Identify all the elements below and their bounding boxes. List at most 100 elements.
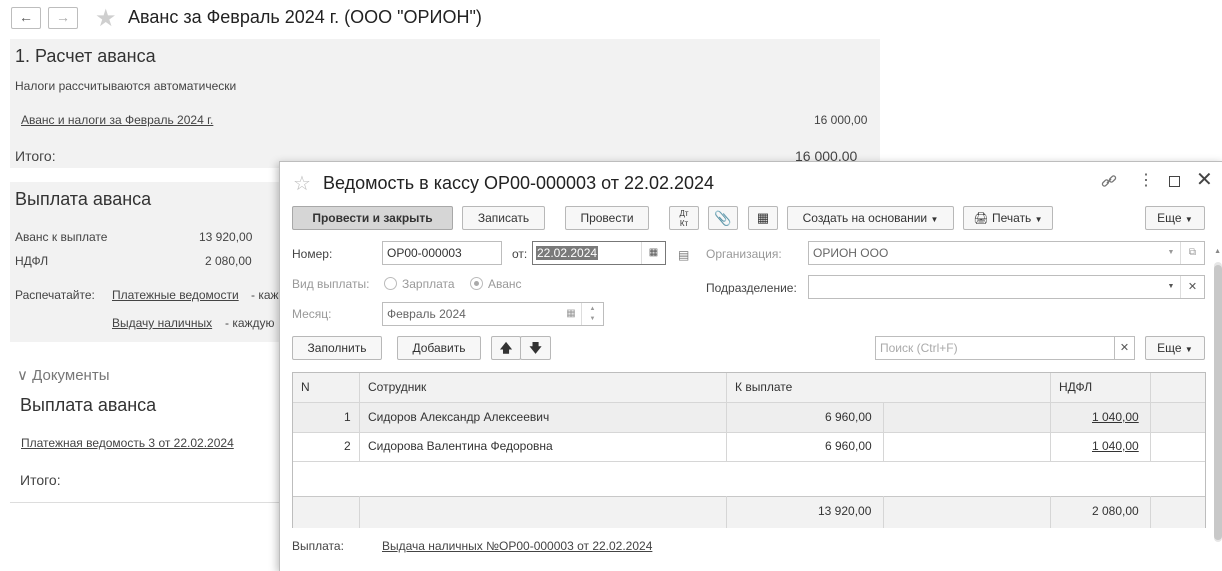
column-header-n[interactable]: N — [301, 373, 310, 401]
ndfl-value: 2 080,00 — [205, 254, 252, 268]
total-ndfl: 2 080,00 — [1092, 504, 1139, 518]
print-statements-link[interactable]: Платежные ведомости — [112, 288, 239, 302]
calendar-icon[interactable]: ▦ — [641, 242, 665, 264]
row-number: 2 — [344, 439, 351, 453]
dropdown-icon[interactable]: ▼ — [1162, 276, 1180, 298]
month-field[interactable]: Февраль 2024 ▦ ▲ ▼ — [382, 302, 604, 326]
divider — [10, 502, 280, 503]
attach-button[interactable]: 📎 — [708, 206, 738, 230]
total-to-pay: 13 920,00 — [818, 504, 872, 518]
advance-amount: 16 000,00 — [814, 113, 868, 127]
org-label: Организация: — [706, 247, 782, 261]
advance-to-pay-value: 13 920,00 — [199, 230, 253, 244]
print-cash-text: - каждую — [225, 316, 275, 330]
caret-down-icon: ▼ — [1034, 215, 1043, 224]
paytype-advance-option[interactable]: Аванс — [470, 277, 522, 291]
number-field[interactable]: ОР00-000003 — [382, 241, 502, 265]
month-label: Месяц: — [292, 307, 332, 321]
search-clear-button[interactable]: ✕ — [1114, 336, 1135, 360]
calendar-icon[interactable]: ▦ — [561, 303, 581, 325]
number-label: Номер: — [292, 247, 333, 261]
date-field[interactable]: 22.02.2024 ▦ — [532, 241, 666, 265]
move-up-button[interactable]: 🡅 — [491, 336, 521, 360]
more-vertical-icon[interactable]: ⋮ — [1138, 173, 1154, 189]
row-to-pay: 6 960,00 — [825, 439, 872, 453]
save-button[interactable]: Записать — [462, 206, 545, 230]
arrow-right-icon: → — [56, 9, 70, 25]
create-based-label: Создать на основании — [802, 211, 928, 225]
add-button[interactable]: Добавить — [397, 336, 481, 360]
scrollbar-thumb[interactable] — [1214, 265, 1222, 540]
payout-title: Выплата аванса — [15, 189, 152, 209]
row-employee: Сидоров Александр Алексеевич — [368, 410, 550, 424]
print-label: Печать — [992, 211, 1032, 225]
link-icon[interactable] — [1100, 172, 1118, 190]
page-title: Аванс за Февраль 2024 г. (ООО "ОРИОН") — [128, 7, 482, 27]
row-ndfl-link[interactable]: 1 040,00 — [1092, 432, 1139, 460]
printer-icon: 🖨 — [973, 211, 989, 225]
paytype-advance-label: Аванс — [488, 277, 522, 291]
search-input[interactable]: Поиск (Ctrl+F) — [875, 336, 1115, 360]
paytype-salary-option[interactable]: Зарплата — [384, 277, 455, 291]
column-header-to-pay[interactable]: К выплате — [735, 373, 792, 401]
clear-icon: ✕ — [1119, 342, 1130, 354]
print-statements-text: - каж — [251, 288, 279, 302]
structure-icon: ▦ — [756, 210, 770, 225]
scroll-up-icon[interactable]: ▲ — [1214, 248, 1221, 255]
column-header-employee[interactable]: Сотрудник — [368, 373, 426, 401]
more-label: Еще — [1157, 211, 1182, 225]
payment-link[interactable]: Выдача наличных №ОР00-000003 от 22.02.20… — [382, 539, 652, 553]
section-title: 1. Расчет аванса — [15, 46, 156, 66]
search-placeholder: Поиск (Ctrl+F) — [880, 341, 958, 355]
print-cash-link[interactable]: Выдачу наличных — [112, 316, 212, 330]
dt-kt-button[interactable]: Дт Кт — [669, 206, 699, 230]
arrow-down-icon: 🡇 — [529, 341, 542, 355]
radio-checked-icon — [470, 277, 483, 290]
docs-title: Выплата аванса — [20, 395, 157, 415]
print-label: Распечатайте: — [15, 288, 95, 302]
division-field[interactable]: ▼ ✕ — [808, 275, 1205, 299]
chevron-down-icon: ∨ — [17, 367, 28, 384]
row-number: 1 — [344, 410, 351, 424]
more-button[interactable]: Еще ▼ — [1145, 206, 1205, 230]
back-button[interactable]: ← — [11, 7, 41, 29]
docs-total-label: Итого: — [20, 472, 61, 488]
maximize-icon[interactable] — [1169, 176, 1180, 187]
create-based-button[interactable]: Создать на основании ▼ — [787, 206, 954, 230]
advance-taxes-link[interactable]: Аванс и налоги за Февраль 2024 г. — [21, 113, 213, 127]
radio-icon — [384, 277, 397, 290]
post-button[interactable]: Провести — [565, 206, 649, 230]
dt-kt-icon: Дт Кт — [679, 209, 689, 228]
column-header-ndfl[interactable]: НДФЛ — [1059, 373, 1092, 401]
open-icon[interactable]: ⧉ — [1180, 242, 1204, 264]
org-field[interactable]: ОРИОН ООО ▼ ⧉ — [808, 241, 1205, 265]
post-and-close-button[interactable]: Провести и закрыть — [292, 206, 453, 230]
caret-down-icon: ▼ — [1184, 345, 1193, 354]
table-footer — [293, 497, 1205, 528]
date-label: от: — [512, 247, 528, 261]
favorite-star-icon[interactable]: ★ — [95, 4, 117, 33]
documents-toggle[interactable]: ∨ Документы — [17, 366, 109, 384]
more-table-label: Еще — [1157, 341, 1182, 355]
fill-button[interactable]: Заполнить — [292, 336, 382, 360]
paperclip-icon: 📎 — [714, 210, 732, 226]
favorite-star-icon[interactable]: ☆ — [293, 171, 311, 196]
clear-icon[interactable]: ✕ — [1180, 276, 1204, 298]
caret-down-icon: ▼ — [930, 215, 939, 224]
move-down-button[interactable]: 🡇 — [520, 336, 551, 360]
ndfl-label: НДФЛ — [15, 254, 49, 268]
caret-down-icon: ▼ — [1184, 215, 1193, 224]
payment-label: Выплата: — [292, 539, 344, 553]
structure-button[interactable]: ▦ — [748, 206, 778, 230]
history-icon[interactable]: ▤ — [678, 248, 689, 262]
row-ndfl-link[interactable]: 1 040,00 — [1092, 403, 1139, 431]
spinner-icon[interactable]: ▲ ▼ — [581, 303, 603, 325]
more-table-button[interactable]: Еще ▼ — [1145, 336, 1205, 360]
month-value: Февраль 2024 — [387, 307, 466, 321]
print-button[interactable]: 🖨 Печать ▼ — [963, 206, 1053, 230]
close-icon[interactable]: ✕ — [1196, 170, 1213, 190]
org-value: ОРИОН ООО — [813, 246, 889, 260]
docs-statement-link[interactable]: Платежная ведомость 3 от 22.02.2024 — [21, 436, 234, 450]
forward-button[interactable]: → — [48, 7, 78, 29]
dropdown-icon[interactable]: ▼ — [1162, 242, 1180, 264]
